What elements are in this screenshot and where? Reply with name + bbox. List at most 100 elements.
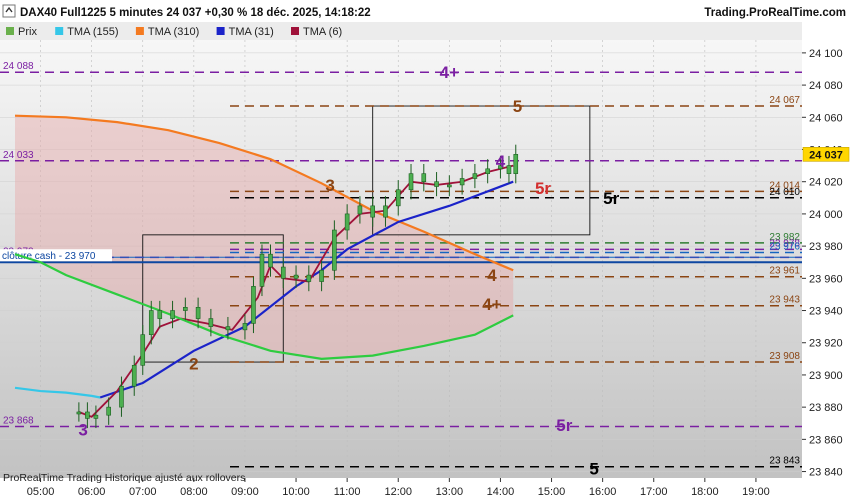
x-tick-label: 15:00 bbox=[538, 486, 566, 498]
y-tick-label: 23 980 bbox=[809, 241, 843, 253]
wave-annotation: 4 bbox=[496, 152, 506, 171]
x-tick-label: 10:00 bbox=[282, 486, 310, 498]
legend-swatch[interactable] bbox=[135, 27, 144, 35]
price-bar bbox=[344, 213, 350, 231]
level-label: 23 908 bbox=[769, 351, 800, 362]
price-bar bbox=[370, 205, 375, 218]
price-bar bbox=[93, 414, 99, 419]
x-tick-label: 05:00 bbox=[27, 486, 55, 498]
price-bar bbox=[434, 181, 439, 187]
wave-annotation: 5r bbox=[535, 179, 551, 198]
price-bar bbox=[280, 266, 286, 279]
wave-annotation: 3 bbox=[78, 421, 87, 440]
x-tick-label: 11:00 bbox=[334, 486, 361, 498]
level-label: 24 088 bbox=[3, 61, 34, 72]
level-label: 23 843 bbox=[769, 456, 800, 467]
wave-annotation: 4+ bbox=[482, 295, 501, 314]
level-label: 24 010 bbox=[769, 187, 800, 198]
legend-bar bbox=[0, 22, 850, 40]
price-bar bbox=[85, 411, 90, 419]
chart-title: DAX40 Full1225 5 minutes 24 037 +0,30 % … bbox=[20, 7, 371, 19]
wave-annotation: 2 bbox=[189, 355, 198, 374]
wave-annotation: 3 bbox=[325, 176, 334, 195]
price-bar bbox=[459, 178, 465, 186]
y-axis-panel bbox=[802, 22, 850, 500]
legend-swatch[interactable] bbox=[6, 27, 14, 35]
y-tick-label: 24 100 bbox=[809, 48, 843, 60]
y-tick-label: 23 940 bbox=[809, 306, 843, 318]
x-tick-label: 07:00 bbox=[129, 486, 157, 498]
legend-swatch[interactable] bbox=[55, 27, 64, 35]
price-bar bbox=[76, 411, 82, 415]
wave-annotation: 4+ bbox=[440, 63, 459, 82]
level-label: 23 868 bbox=[3, 415, 34, 426]
price-bar bbox=[195, 307, 201, 319]
price-bar bbox=[140, 334, 146, 366]
y-tick-label: 24 060 bbox=[809, 112, 843, 124]
price-bar bbox=[447, 184, 452, 188]
price-bar bbox=[148, 310, 154, 335]
price-bar bbox=[293, 274, 299, 279]
price-bar bbox=[268, 253, 273, 268]
price-bar bbox=[395, 189, 401, 207]
level-label: 23 961 bbox=[769, 266, 800, 277]
wave-annotation: 4 bbox=[487, 266, 497, 285]
price-bar bbox=[251, 286, 256, 324]
y-tick-label: 23 920 bbox=[809, 338, 843, 350]
x-tick-label: 13:00 bbox=[436, 486, 464, 498]
header-toggle-icon[interactable] bbox=[2, 4, 16, 18]
footer-note: ProRealTime Trading Historique ajusté au… bbox=[3, 472, 245, 484]
price-bar bbox=[225, 326, 231, 331]
price-bar bbox=[131, 364, 137, 387]
price-bar bbox=[157, 310, 163, 319]
legend-label[interactable]: TMA (155) bbox=[67, 26, 118, 38]
price-bar bbox=[170, 310, 175, 319]
legend-label[interactable]: TMA (6) bbox=[303, 26, 342, 38]
price-bar bbox=[242, 323, 248, 331]
price-bar bbox=[106, 406, 111, 416]
x-tick-label: 17:00 bbox=[640, 486, 668, 498]
level-label: 23 943 bbox=[769, 295, 800, 306]
price-bar bbox=[259, 253, 265, 287]
y-tick-label: 24 000 bbox=[809, 209, 843, 221]
price-bar bbox=[472, 173, 478, 179]
last-price-text: 24 037 bbox=[809, 149, 843, 161]
y-tick-label: 23 880 bbox=[809, 402, 843, 414]
price-bar bbox=[408, 173, 414, 191]
legend-label[interactable]: Prix bbox=[18, 26, 37, 38]
x-tick-label: 14:00 bbox=[487, 486, 515, 498]
level-label: 24 067 bbox=[769, 95, 800, 106]
price-bar bbox=[332, 229, 337, 271]
price-bar bbox=[319, 269, 324, 282]
level-label: 23 976 bbox=[769, 242, 800, 253]
price-bar bbox=[485, 168, 490, 174]
cloture-label: clôture cash - 23 970 bbox=[2, 251, 96, 262]
price-bar bbox=[513, 154, 519, 174]
price-bar bbox=[306, 274, 312, 282]
x-tick-label: 09:00 bbox=[231, 486, 259, 498]
x-tick-label: 08:00 bbox=[180, 486, 208, 498]
wave-annotation: 5r bbox=[556, 416, 572, 435]
legend-swatch[interactable] bbox=[216, 27, 225, 35]
level-label: 24 033 bbox=[3, 150, 34, 161]
y-tick-label: 24 080 bbox=[809, 80, 843, 92]
x-tick-label: 19:00 bbox=[742, 486, 770, 498]
y-tick-label: 23 860 bbox=[809, 434, 843, 446]
site-name: Trading.ProRealTime.com bbox=[704, 7, 846, 19]
price-bar bbox=[119, 385, 124, 408]
wave-annotation: 5 bbox=[513, 97, 522, 116]
x-tick-label: 06:00 bbox=[78, 486, 106, 498]
x-tick-label: 16:00 bbox=[589, 486, 617, 498]
wave-annotation: 5r bbox=[603, 189, 619, 208]
y-tick-label: 23 960 bbox=[809, 273, 843, 285]
price-bar bbox=[421, 173, 427, 183]
y-tick-label: 23 900 bbox=[809, 370, 843, 382]
legend-label[interactable]: TMA (310) bbox=[148, 26, 199, 38]
wave-annotation: 5 bbox=[589, 459, 598, 478]
last-price-label: 24 037 bbox=[802, 147, 850, 162]
legend-swatch[interactable] bbox=[291, 27, 299, 35]
chart-svg: DAX40 Full1225 5 minutes 24 037 +0,30 % … bbox=[0, 0, 850, 500]
legend-label[interactable]: TMA (31) bbox=[229, 26, 274, 38]
price-bar bbox=[506, 165, 512, 174]
y-tick-label: 24 020 bbox=[809, 177, 843, 189]
